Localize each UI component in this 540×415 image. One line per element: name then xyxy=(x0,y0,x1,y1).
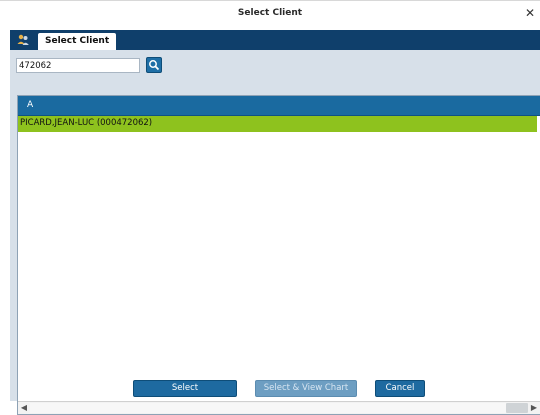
window-title: Select Client xyxy=(237,8,303,18)
client-search-input[interactable] xyxy=(16,58,140,73)
scroll-left-icon[interactable]: ◀ xyxy=(19,403,29,413)
scroll-thumb[interactable] xyxy=(506,403,528,413)
cancel-button[interactable]: Cancel xyxy=(375,380,425,397)
tab-select-client[interactable]: Select Client xyxy=(38,33,117,50)
list-item-label: PICARD,JEAN-LUC (000472062) xyxy=(20,118,153,128)
select-view-chart-button[interactable]: Select & View Chart xyxy=(255,380,357,397)
close-icon[interactable]: ✕ xyxy=(523,6,537,20)
dialog-content: A PICARD,JEAN-LUC (000472062) ◀ ▶ xyxy=(10,50,540,415)
client-group-icon xyxy=(17,34,29,45)
search-button[interactable] xyxy=(146,57,162,73)
scroll-right-icon[interactable]: ▶ xyxy=(529,403,539,413)
list-header: A xyxy=(18,96,540,116)
horizontal-scrollbar[interactable]: ◀ ▶ xyxy=(18,401,540,414)
list-item[interactable]: PICARD,JEAN-LUC (000472062) xyxy=(18,116,537,132)
search-icon xyxy=(149,60,160,71)
select-button[interactable]: Select xyxy=(133,380,237,397)
client-list: A PICARD,JEAN-LUC (000472062) ◀ ▶ xyxy=(17,95,540,415)
scroll-track[interactable] xyxy=(30,403,528,413)
list-header-label: A xyxy=(27,100,34,110)
tab-bar: Select Client xyxy=(10,30,540,50)
window-titlebar: Select Client ✕ xyxy=(0,0,540,26)
